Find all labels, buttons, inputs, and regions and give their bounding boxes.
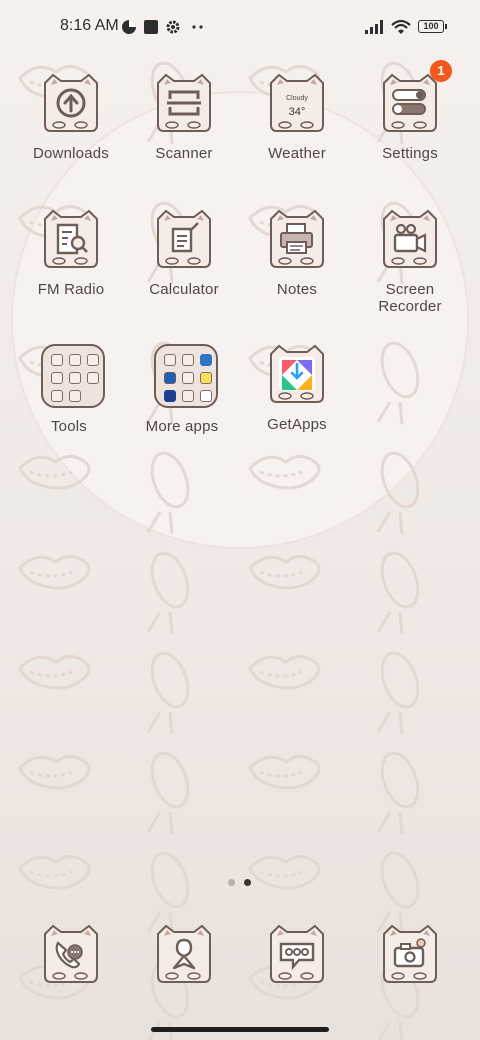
app-downloads[interactable]: Downloads <box>16 73 126 197</box>
screen-record-icon <box>144 20 158 34</box>
app-scanner[interactable]: Scanner <box>129 73 239 197</box>
app-label-line2: Recorder <box>378 298 442 315</box>
weather-icon <box>270 73 324 132</box>
folder-label: More apps <box>145 418 219 435</box>
home-gesture-bar[interactable] <box>151 1027 329 1032</box>
app-weather[interactable]: Cloudy 34° Weather <box>242 73 352 197</box>
app-screen-recorder[interactable]: Screen Recorder <box>355 209 465 333</box>
download-arrow-icon <box>44 73 98 132</box>
wifi-icon <box>391 19 411 34</box>
battery-level: 100 <box>423 21 439 31</box>
folder-label: Tools <box>50 418 88 435</box>
signal-icon <box>365 20 383 34</box>
app-label: GetApps <box>267 416 327 433</box>
app-label: Settings <box>382 145 438 162</box>
video-camera-icon <box>383 209 437 268</box>
printer-icon <box>270 209 324 268</box>
dock-contacts[interactable] <box>129 924 239 988</box>
app-label-line1: Screen <box>385 281 435 298</box>
folder-more-apps[interactable]: More apps <box>127 344 237 468</box>
dock-messages[interactable] <box>242 924 352 988</box>
weather-condition: Cloudy <box>286 95 308 102</box>
toggles-icon <box>383 73 437 132</box>
app-label: FM Radio <box>37 281 105 298</box>
phone-icon <box>44 924 98 983</box>
camera-icon <box>383 924 437 983</box>
page-indicator[interactable] <box>0 877 480 889</box>
app-getapps[interactable]: GetApps <box>242 344 352 468</box>
data-saver-icon <box>122 20 136 34</box>
radio-doc-search-icon <box>44 209 98 268</box>
app-fm-radio[interactable]: FM Radio <box>16 209 126 333</box>
gear-icon <box>166 20 180 34</box>
folder-tools[interactable]: Tools <box>14 344 124 468</box>
notification-badge: 1 <box>430 60 452 82</box>
page-dot-1[interactable] <box>228 879 235 886</box>
app-label: Downloads <box>32 145 109 162</box>
calculator-icon <box>157 209 211 268</box>
weather-temp: 34° <box>288 106 306 118</box>
battery-tip <box>445 24 447 29</box>
getapps-icon <box>270 344 324 403</box>
status-time: 8:16 AM <box>60 17 119 34</box>
battery-icon: 100 <box>418 20 444 33</box>
contacts-icon <box>157 924 211 983</box>
more-dots-icon <box>192 25 203 29</box>
dock-camera[interactable] <box>355 924 465 988</box>
status-bar: 8:16 AM 100 <box>0 0 480 56</box>
scanner-icon <box>157 73 211 132</box>
app-label: Screen Recorder <box>355 281 465 315</box>
app-label: Notes <box>276 281 318 298</box>
page-dot-2[interactable] <box>244 879 251 886</box>
app-label: Weather <box>268 145 326 162</box>
app-label: Scanner <box>155 145 213 162</box>
folder-icon <box>154 344 218 408</box>
app-label: Calculator <box>149 281 219 298</box>
app-calculator[interactable]: Calculator <box>129 209 239 333</box>
dock-phone[interactable] <box>16 924 126 988</box>
app-notes[interactable]: Notes <box>242 209 352 333</box>
app-settings[interactable]: Settings <box>355 73 465 197</box>
folder-icon <box>41 344 105 408</box>
chat-bubble-icon <box>270 924 324 983</box>
